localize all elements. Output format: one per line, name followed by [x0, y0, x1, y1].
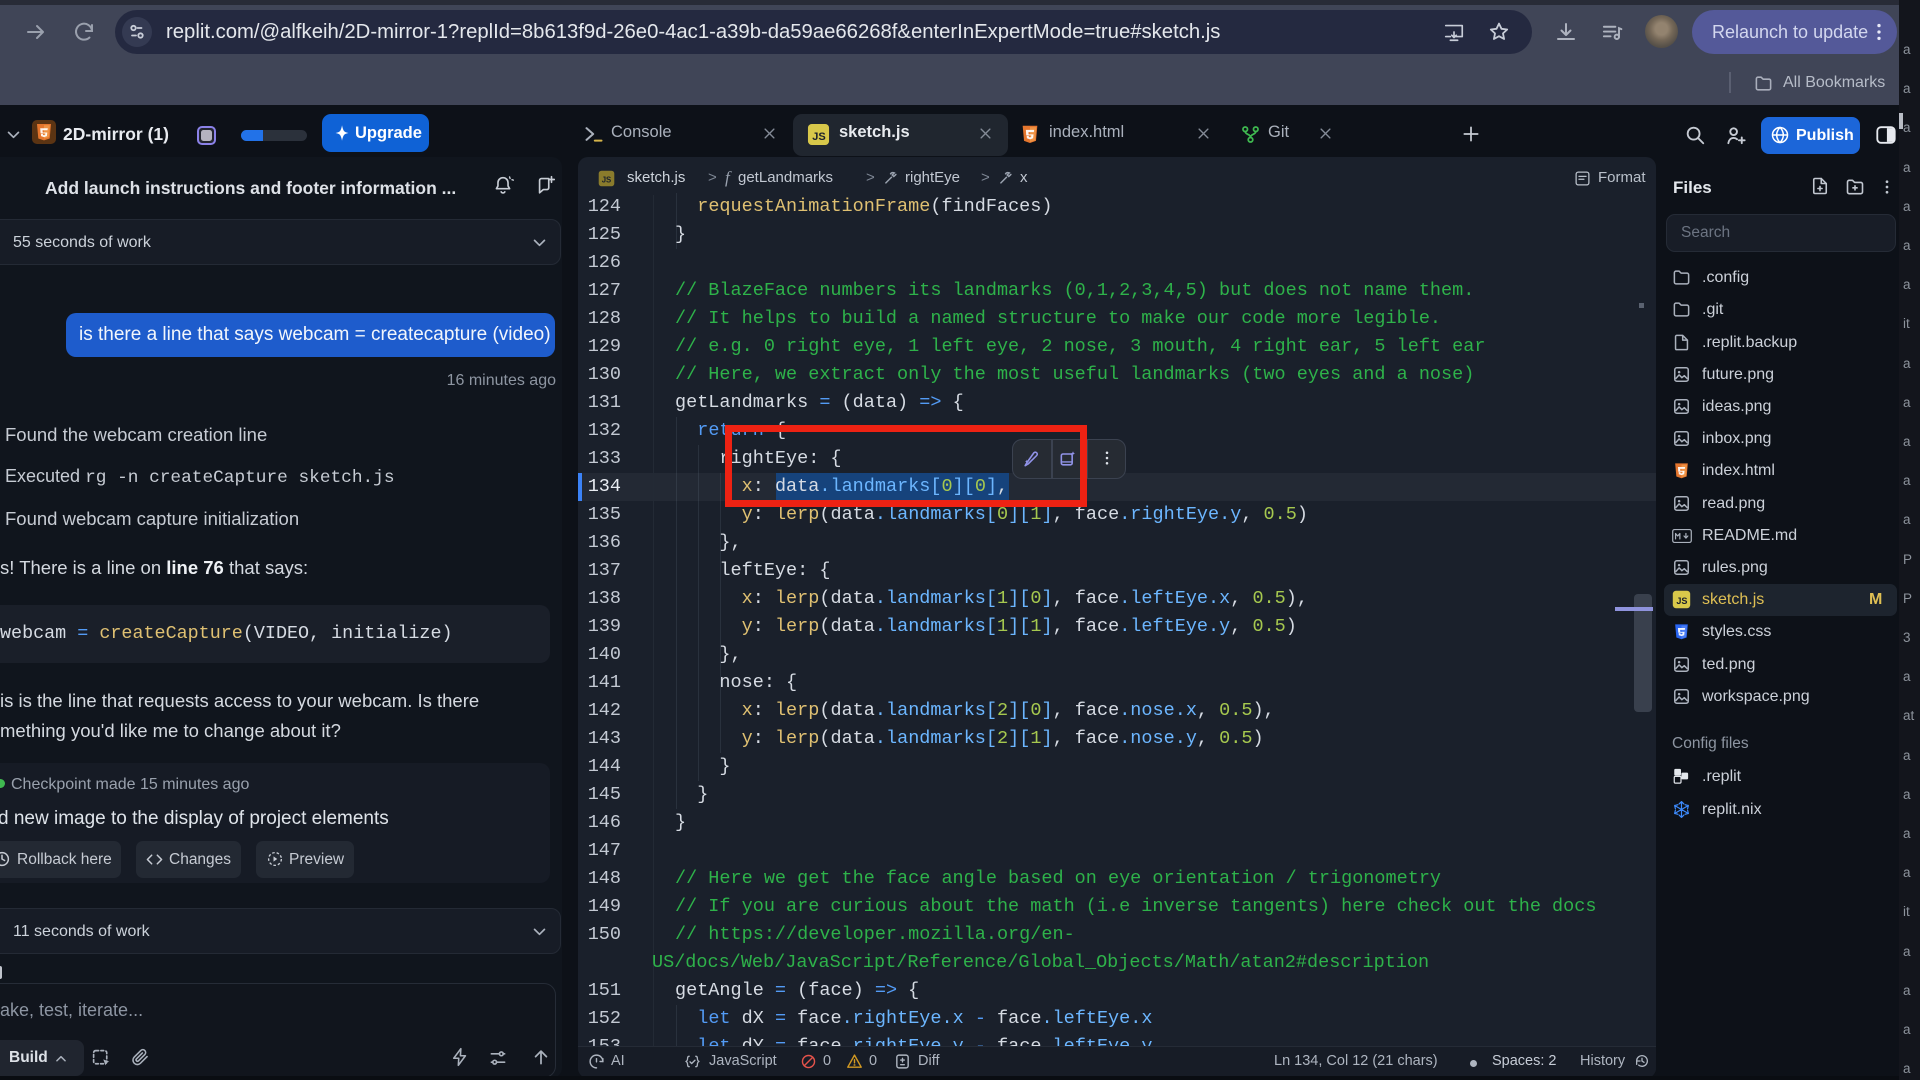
svg-text:JS: JS: [1676, 596, 1687, 606]
svg-text:JS: JS: [602, 175, 612, 184]
svg-text:JS: JS: [812, 131, 825, 143]
